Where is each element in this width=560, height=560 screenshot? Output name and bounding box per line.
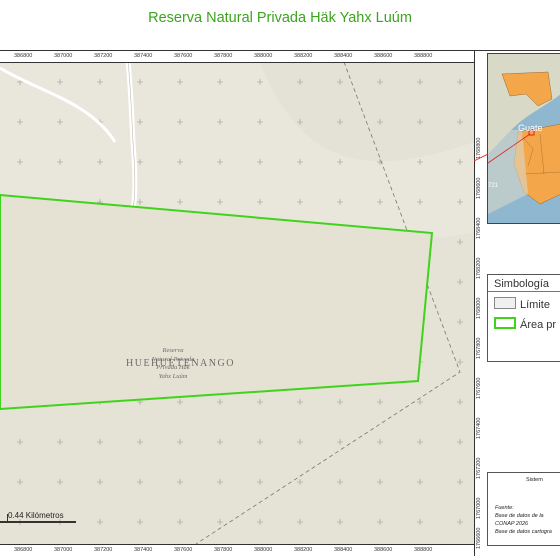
reserve-boundary[interactable] <box>0 193 434 411</box>
inset-pointer-arrow <box>474 153 488 162</box>
reserve-label: Reserva Natural Privada Privada Häk Yahx… <box>150 347 196 381</box>
top-tick: 387400 <box>134 53 153 59</box>
top-tick: 388400 <box>334 53 353 59</box>
map-canvas <box>0 62 474 544</box>
bottom-tick: 388000 <box>254 547 273 553</box>
main-map[interactable]: HUEHUETENANGO Reserva Natural Privada Pr… <box>0 62 474 544</box>
bottom-tick: 388200 <box>294 547 313 553</box>
reserve-label-line: Privada Häk <box>156 364 190 371</box>
right-tick: 1767200 <box>476 457 482 479</box>
bottom-tick: 388400 <box>334 547 353 553</box>
info-line: Base de datos de la <box>495 513 544 519</box>
location-inset-map[interactable]: Guate 721 <box>487 53 560 224</box>
right-tick: 1768000 <box>476 297 482 319</box>
right-tick: 1767000 <box>476 497 482 519</box>
legend-item-label: Área pr <box>520 319 557 331</box>
bottom-tick: 386800 <box>14 547 33 553</box>
right-tick: 1767400 <box>476 417 482 439</box>
right-tick: 1768600 <box>476 177 482 199</box>
top-tick: 388600 <box>374 53 393 59</box>
right-tick: 1766600 <box>476 527 482 549</box>
reserve-label-line: Reserva <box>162 347 184 354</box>
legend-item-limit: Límite <box>494 297 550 311</box>
legend-item-area: Área pr <box>494 317 556 331</box>
info-line: Base de datos cartogra <box>495 529 552 535</box>
info-line: Fuente: <box>495 505 514 511</box>
info-title: Sistem <box>526 477 543 483</box>
bottom-tick: 387000 <box>54 547 73 553</box>
area-swatch-icon <box>494 317 516 329</box>
right-tick: 1768400 <box>476 217 482 239</box>
inset-neighbour <box>488 130 528 214</box>
legend-divider <box>488 291 560 292</box>
bottom-coordinate-ruler: 386800 387000 387200 387400 387600 38780… <box>0 544 476 557</box>
bottom-tick: 388600 <box>374 547 393 553</box>
top-tick: 387600 <box>174 53 193 59</box>
right-tick: 1767600 <box>476 377 482 399</box>
top-tick: 387200 <box>94 53 113 59</box>
legend-panel: Simbología Límite Área pr <box>487 274 560 362</box>
inset-canvas <box>488 54 560 214</box>
map-title: Reserva Natural Privada Häk Yahx Luúm <box>148 10 412 26</box>
top-tick: 387000 <box>54 53 73 59</box>
bottom-tick: 387600 <box>174 547 193 553</box>
legend-item-label: Límite <box>520 299 550 311</box>
top-coordinate-ruler: 386800 387000 387200 387400 387600 38780… <box>0 51 476 63</box>
info-line: CONAP 2026 <box>495 521 529 527</box>
right-coordinate-ruler: 1768800 1768600 1768400 1768200 1768000 … <box>474 51 485 556</box>
top-tick: 388800 <box>414 53 433 59</box>
inset-country-label: Guate <box>518 123 543 133</box>
top-tick: 387800 <box>214 53 233 59</box>
reserve-label-line: Yahx Luúm <box>158 372 188 380</box>
top-tick: 388200 <box>294 53 313 59</box>
bottom-tick: 387400 <box>134 547 153 553</box>
source-info-panel: Sistem Fuente: Base de datos de la CONAP… <box>487 472 560 546</box>
limit-swatch-icon <box>494 297 516 309</box>
bottom-tick: 387800 <box>214 547 233 553</box>
bottom-tick: 388800 <box>414 547 433 553</box>
reserve-label-line: Natural Privada <box>151 355 195 363</box>
scale-label: 0.44 Kilómetros <box>8 511 64 520</box>
top-tick: 386800 <box>14 53 33 59</box>
right-tick: 1768200 <box>476 257 482 279</box>
inset-number-label: 721 <box>488 183 499 189</box>
bottom-tick: 387200 <box>94 547 113 553</box>
right-tick: 1767800 <box>476 337 482 359</box>
top-tick: 388000 <box>254 53 273 59</box>
scale-bar <box>0 521 76 523</box>
legend-title: Simbología <box>494 278 550 290</box>
